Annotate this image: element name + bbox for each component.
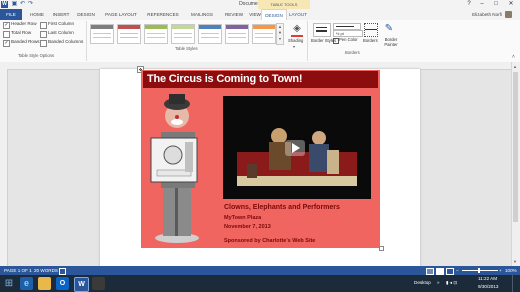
banded-rows-checkbox[interactable]: ✓ — [3, 40, 10, 47]
last-column-label: Last Column — [48, 30, 74, 35]
border-painter-icon[interactable]: ✎ — [383, 22, 395, 36]
shading-label[interactable]: Shading — [288, 38, 303, 44]
total-row-checkbox[interactable] — [3, 31, 10, 38]
undo-icon[interactable]: ↶ — [19, 1, 26, 8]
paint-bucket-icon[interactable]: ◈ — [291, 23, 303, 35]
tab-file[interactable]: FILE — [0, 9, 22, 20]
notification-icons[interactable]: ▮ ◂ ⊡ — [446, 279, 457, 287]
word-taskbar-icon[interactable]: W — [74, 277, 89, 292]
maximize-icon[interactable]: □ — [488, 0, 504, 9]
clock-date[interactable]: 9/30/2013 — [478, 283, 498, 291]
desktop-toolbar-label[interactable]: Desktop — [414, 279, 431, 287]
pen-weight-dropdown[interactable]: ½ pt — [333, 30, 363, 37]
table-style-swatch[interactable] — [171, 24, 195, 44]
internet-explorer-icon[interactable]: e — [20, 277, 33, 290]
tab-view[interactable]: VIEW — [249, 9, 261, 20]
borders-icon[interactable] — [364, 23, 378, 37]
show-desktop-button[interactable] — [512, 275, 520, 292]
scrollbar-thumb[interactable] — [513, 72, 518, 222]
caption-title: Clowns, Elephants and Performers — [224, 204, 340, 211]
vertical-ruler[interactable] — [0, 69, 8, 266]
first-column-checkbox[interactable] — [40, 22, 47, 29]
media-player-icon[interactable] — [92, 277, 105, 290]
table-tools-label: TABLE TOOLS — [270, 2, 298, 7]
zoom-slider-thumb[interactable] — [478, 268, 480, 273]
tab-home[interactable]: HOME — [26, 9, 48, 20]
table-resize-handle[interactable] — [379, 246, 384, 251]
user-avatar[interactable] — [505, 11, 512, 18]
save-icon[interactable]: ▣ — [11, 1, 18, 8]
proofing-icon[interactable] — [59, 268, 66, 275]
collapse-ribbon-icon[interactable]: ˄ — [512, 54, 515, 60]
play-icon — [292, 143, 300, 153]
tray-chevron-icon[interactable]: » — [437, 279, 440, 287]
outlook-icon[interactable]: O — [56, 277, 69, 290]
file-explorer-icon[interactable] — [38, 277, 51, 290]
tab-references[interactable]: REFERENCES — [143, 9, 183, 20]
scroll-up-icon[interactable]: ▲ — [513, 64, 517, 69]
ribbon-divider — [307, 21, 308, 61]
print-layout-icon[interactable] — [436, 268, 444, 275]
last-column-checkbox[interactable] — [40, 31, 47, 38]
first-column-label: First Column — [48, 21, 75, 26]
table-style-swatch[interactable] — [144, 24, 168, 44]
scroll-down-icon[interactable]: ▼ — [513, 259, 517, 264]
banded-rows-label: Banded Rows — [11, 39, 40, 44]
redo-icon[interactable]: ↷ — [27, 1, 34, 8]
table-style-options-group-label: Table Style Options — [18, 53, 55, 58]
venue-text: MyTown Plaza — [224, 215, 262, 221]
banded-columns-checkbox[interactable] — [40, 40, 47, 47]
tab-insert[interactable]: INSERT — [50, 9, 72, 20]
table-style-swatch[interactable] — [198, 24, 222, 44]
table-styles-group-label: Table Styles — [175, 46, 198, 51]
shading-color-bar — [291, 35, 303, 37]
border-painter-label[interactable]: Border Painter — [380, 37, 402, 47]
borders-label[interactable]: Borders — [363, 38, 378, 44]
table-styles-more-button[interactable]: ▲ ▼ ▾ — [276, 23, 284, 45]
line-style-dropdown[interactable] — [333, 23, 361, 30]
page-count[interactable]: PAGE 1 OF 1 — [4, 266, 32, 275]
pen-color-label[interactable]: Pen Color — [339, 37, 358, 43]
tab-mailings[interactable]: MAILINGS — [185, 9, 219, 20]
read-mode-icon[interactable] — [426, 268, 434, 275]
tab-page-layout[interactable]: PAGE LAYOUT — [100, 9, 142, 20]
zoom-slider[interactable] — [462, 270, 498, 271]
tab-table-layout[interactable]: LAYOUT — [287, 9, 309, 20]
table-style-swatch[interactable] — [252, 24, 276, 44]
borders-group-label: Borders — [345, 50, 360, 55]
zoom-out-icon[interactable]: – — [456, 266, 459, 275]
chevron-down-icon[interactable]: ▾ — [293, 44, 295, 49]
header-row-checkbox[interactable]: ✓ — [3, 22, 10, 29]
word-count[interactable]: 20 WORDS — [34, 266, 58, 275]
banded-columns-label: Banded Columns — [48, 39, 84, 44]
ribbon-divider — [86, 21, 87, 61]
windows-start-icon[interactable]: ⊞ — [2, 277, 16, 290]
sponsor-text: Sponsored by Charlotte's Web Site — [224, 238, 316, 244]
word-app-icon[interactable]: W — [1, 1, 8, 8]
table-style-swatch[interactable] — [225, 24, 249, 44]
close-icon[interactable]: ✕ — [503, 0, 519, 9]
zoom-in-icon[interactable]: + — [499, 266, 502, 275]
table-style-swatch[interactable] — [90, 24, 114, 44]
tab-design[interactable]: DESIGN — [74, 9, 98, 20]
header-row-label: Header Row — [11, 21, 37, 26]
zoom-level[interactable]: 100% — [505, 266, 517, 275]
user-name[interactable]: Elizabeth Norfi — [472, 9, 502, 20]
event-date-text: November 7, 2013 — [224, 224, 271, 230]
clock-time[interactable]: 11:22 AM — [478, 275, 497, 283]
tab-review[interactable]: REVIEW — [221, 9, 247, 20]
border-styles-icon[interactable] — [313, 23, 331, 37]
clown-figurine-image[interactable] — [147, 92, 209, 244]
table-style-swatch[interactable] — [117, 24, 141, 44]
web-layout-icon[interactable] — [446, 268, 454, 275]
total-row-label: Total Row — [11, 30, 32, 35]
banner-heading: The Circus is Coming to Town! — [147, 73, 303, 85]
